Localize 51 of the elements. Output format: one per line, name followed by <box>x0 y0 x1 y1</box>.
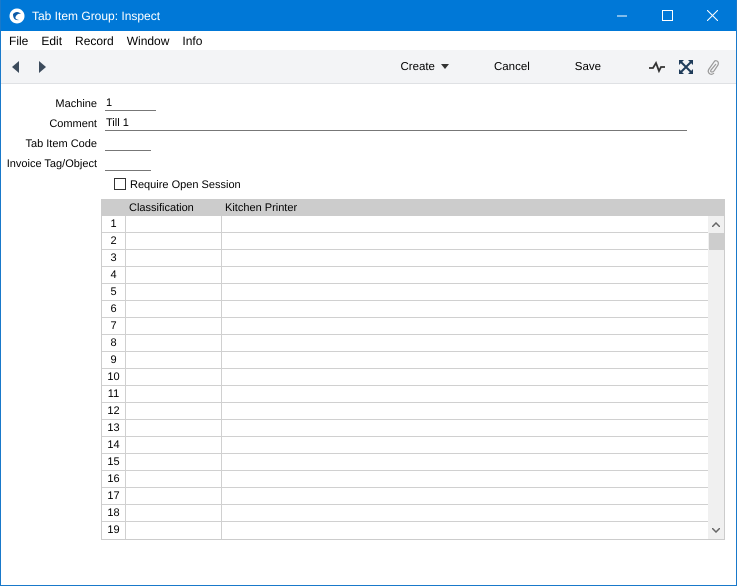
row-number: 8 <box>102 335 126 351</box>
row-number: 14 <box>102 437 126 453</box>
row-number: 19 <box>102 522 126 539</box>
expand-icon[interactable] <box>679 60 693 74</box>
row-number: 18 <box>102 505 126 521</box>
checkbox-label: Require Open Session <box>130 179 241 191</box>
window-title: Tab Item Group: Inspect <box>32 8 160 22</box>
row-number: 17 <box>102 488 126 504</box>
field-label: Invoice Tag/Object <box>6 158 98 170</box>
row-number: 3 <box>102 250 126 266</box>
menu-item[interactable]: Window <box>126 34 170 48</box>
paperclip-icon[interactable] <box>707 58 719 74</box>
row-number: 5 <box>102 284 126 300</box>
row-number: 12 <box>102 403 126 419</box>
menu-item[interactable]: Edit <box>41 34 62 48</box>
menu-item[interactable]: File <box>9 34 28 48</box>
row-number: 2 <box>102 233 126 249</box>
pulse-icon[interactable] <box>649 60 665 72</box>
toolbar-button[interactable]: Cancel <box>494 60 530 72</box>
row-number: 16 <box>102 471 126 487</box>
scrollbar[interactable] <box>708 216 724 539</box>
toolbar-button[interactable]: Save <box>574 60 601 72</box>
row-number: 10 <box>102 369 126 385</box>
caret-icon[interactable] <box>440 64 449 69</box>
field-label: Tab Item Code <box>24 138 98 150</box>
field-label: Machine <box>54 98 98 110</box>
row-number: 4 <box>102 267 126 283</box>
row-number: 9 <box>102 352 126 368</box>
next-icon[interactable] <box>38 60 46 72</box>
scroll-down-icon[interactable] <box>712 528 720 533</box>
close-icon[interactable] <box>707 10 718 21</box>
column-header: Kitchen Printer <box>224 202 298 214</box>
row-number: 11 <box>102 386 126 402</box>
field-label: Comment <box>48 118 98 130</box>
row-number: 15 <box>102 454 126 470</box>
previous-icon[interactable] <box>12 60 20 72</box>
menu-item[interactable]: Info <box>182 34 202 48</box>
input-field[interactable]: Till 1 <box>105 116 687 131</box>
scroll-up-icon[interactable] <box>712 222 720 227</box>
menu-item[interactable]: Record <box>75 34 114 48</box>
row-number: 13 <box>102 420 126 436</box>
checkbox[interactable] <box>114 178 126 190</box>
column-header: Classification <box>128 202 195 214</box>
scroll-thumb[interactable] <box>708 233 724 250</box>
row-number: 7 <box>102 318 126 334</box>
input-field[interactable]: 1 <box>105 96 156 111</box>
row-number: 6 <box>102 301 126 317</box>
row-number: 1 <box>102 216 126 232</box>
toolbar-button[interactable]: Create <box>400 60 449 72</box>
app-icon <box>9 8 25 24</box>
maximize-icon[interactable] <box>662 10 673 21</box>
